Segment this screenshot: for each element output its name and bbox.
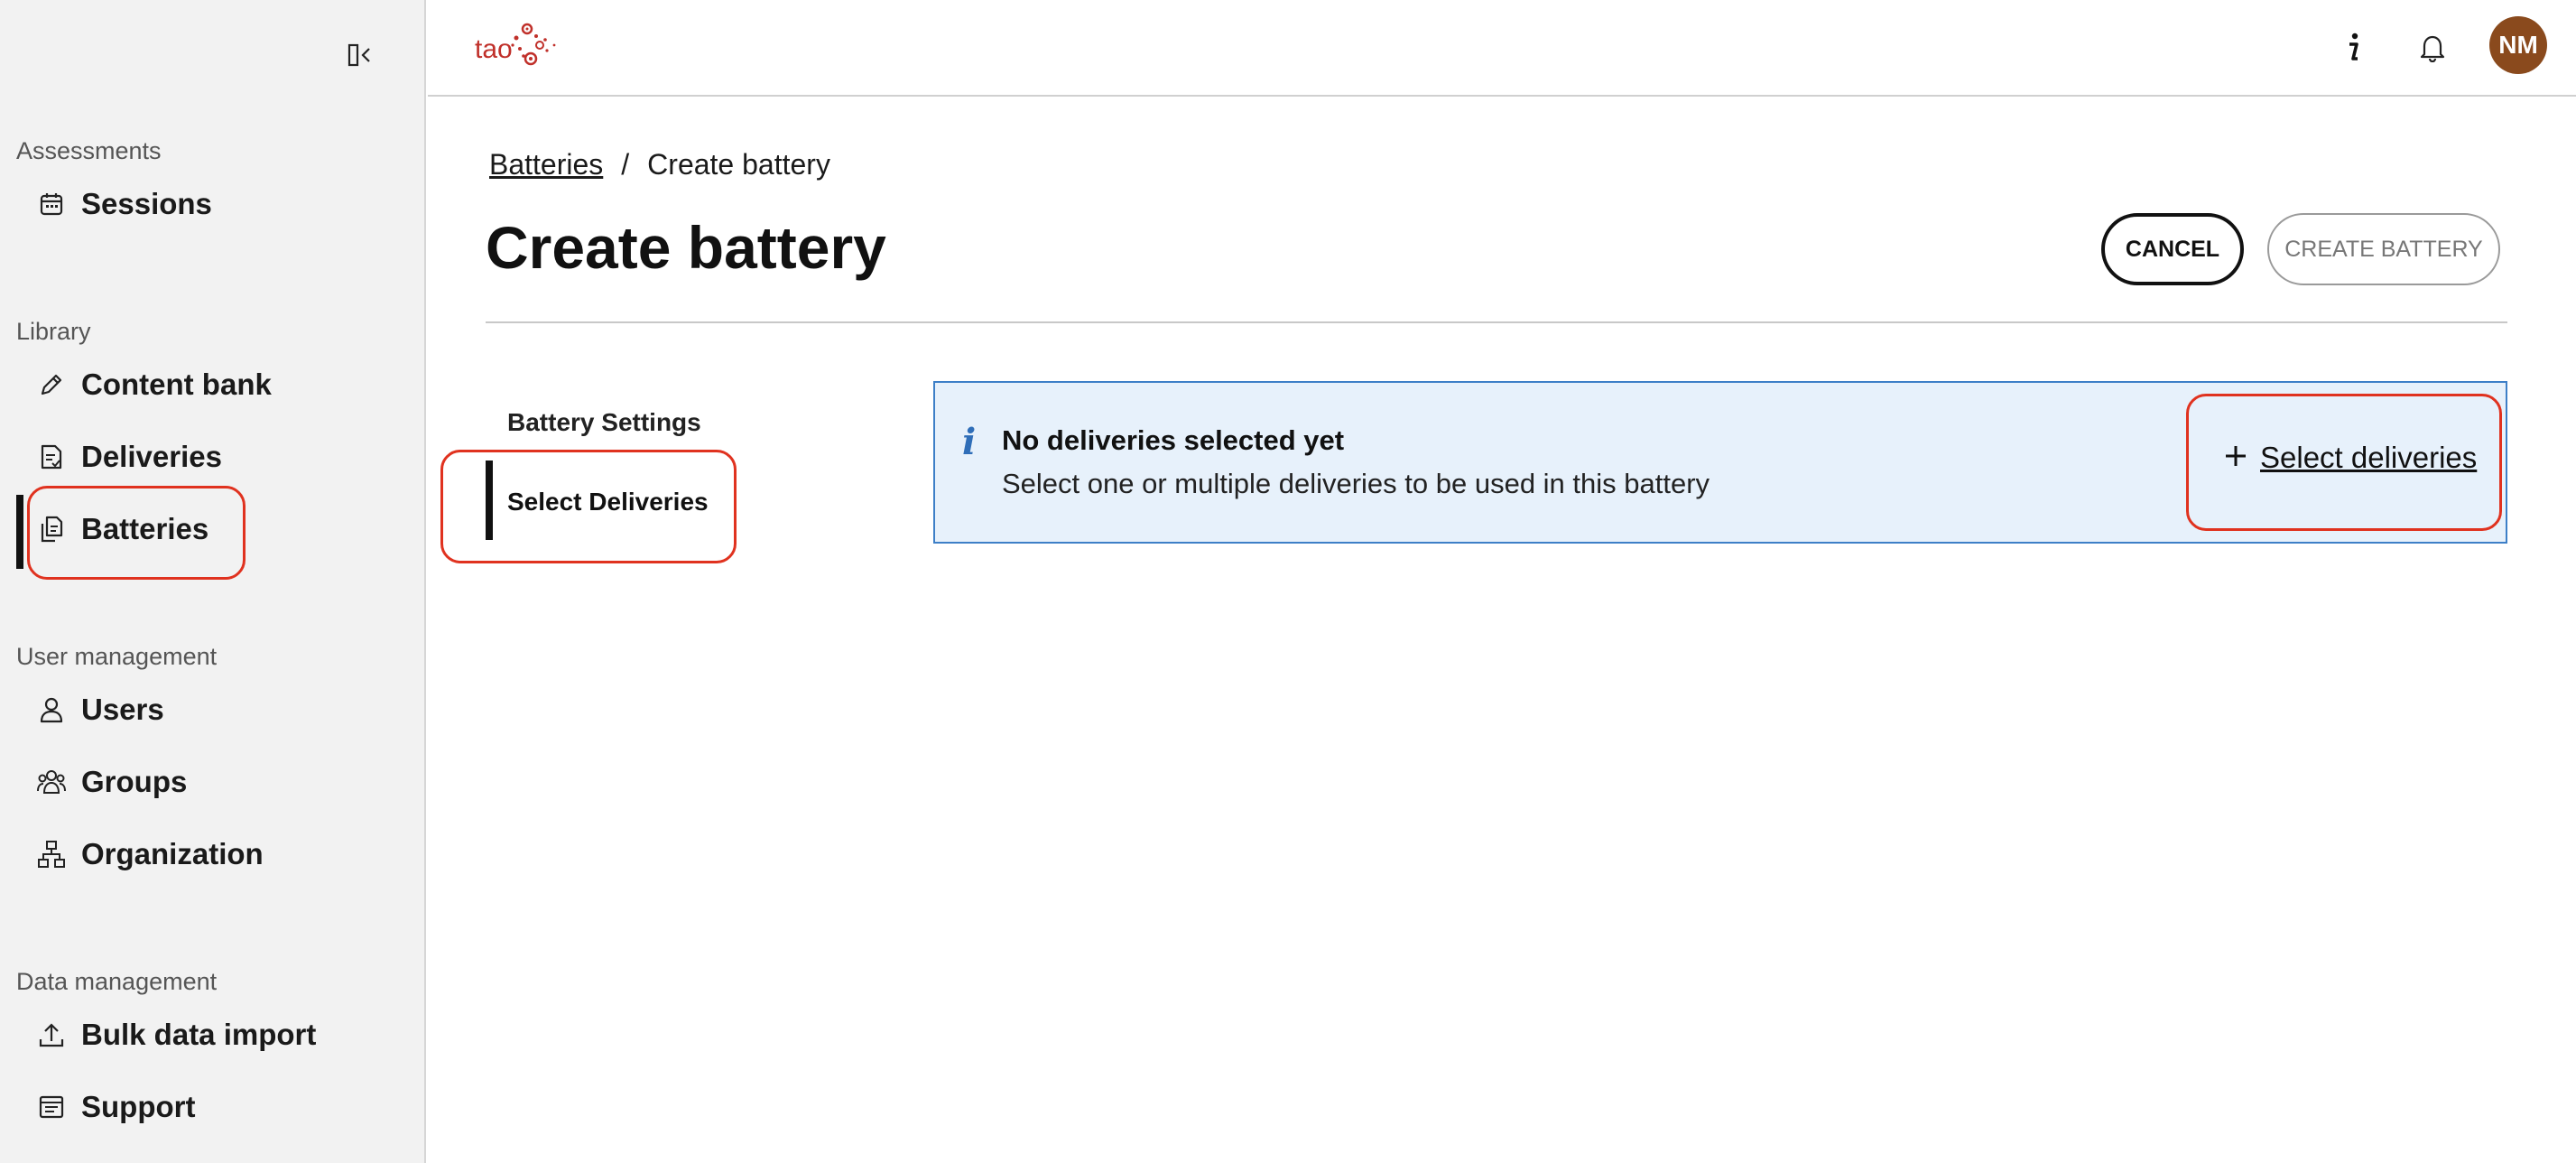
tao-logo[interactable]: tao <box>473 18 572 72</box>
top-header: tao NM <box>428 0 2576 97</box>
sidebar-item-label: Groups <box>81 765 188 798</box>
batteries-doc-icon <box>36 514 67 544</box>
section-title-assessments: Assessments <box>16 137 162 164</box>
select-deliveries-link[interactable]: Select deliveries <box>2224 441 2477 475</box>
sidebar: Assessments Sessions Library Content ban… <box>0 0 426 1163</box>
section-title-user-management: User management <box>16 643 218 670</box>
info-description: Select one or multiple deliveries to be … <box>1002 468 1710 499</box>
sidebar-item-label: Deliveries <box>81 440 222 473</box>
org-chart-icon <box>36 839 67 870</box>
step-battery-settings[interactable]: Battery Settings <box>507 408 701 437</box>
logo-text: tao <box>475 34 513 64</box>
groups-icon <box>36 767 67 797</box>
sidebar-item-label: Content bank <box>81 368 272 401</box>
sidebar-item-label: Users <box>81 693 164 726</box>
sidebar-item-sessions[interactable]: Sessions <box>36 177 212 231</box>
breadcrumb-current: Create battery <box>647 148 830 181</box>
plus-icon <box>2224 441 2247 475</box>
upload-icon <box>36 1019 67 1050</box>
section-title-library: Library <box>16 318 91 345</box>
no-deliveries-info-box: i No deliveries selected yet Select one … <box>933 381 2507 544</box>
step-select-deliveries[interactable]: Select Deliveries <box>507 488 709 516</box>
sidebar-item-support[interactable]: Support <box>36 1080 195 1134</box>
create-battery-button[interactable]: CREATE BATTERY <box>2267 213 2500 285</box>
delivery-doc-icon <box>36 442 67 472</box>
breadcrumb-link-batteries[interactable]: Batteries <box>489 148 603 181</box>
user-icon <box>36 694 67 725</box>
sidebar-item-organization[interactable]: Organization <box>36 827 264 881</box>
sidebar-item-groups[interactable]: Groups <box>36 755 187 809</box>
user-avatar[interactable]: NM <box>2489 16 2547 74</box>
page-title: Create battery <box>486 214 886 281</box>
sidebar-item-label: Organization <box>81 837 264 870</box>
cancel-button[interactable]: CANCEL <box>2101 213 2244 285</box>
bell-icon[interactable] <box>2412 27 2453 69</box>
sidebar-item-label: Batteries <box>81 512 209 545</box>
sidebar-item-label: Sessions <box>81 187 212 220</box>
sidebar-item-users[interactable]: Users <box>36 683 164 737</box>
breadcrumb-separator: / <box>621 148 630 181</box>
sidebar-item-content-bank[interactable]: Content bank <box>36 358 272 412</box>
app-root: Assessments Sessions Library Content ban… <box>0 0 2576 1163</box>
section-title-data-management: Data management <box>16 968 218 995</box>
sidebar-item-batteries[interactable]: Batteries <box>36 502 208 556</box>
sidebar-item-bulk-data-import[interactable]: Bulk data import <box>36 1008 316 1062</box>
info-title: No deliveries selected yet <box>1002 424 1345 456</box>
sidebar-item-deliveries[interactable]: Deliveries <box>36 430 222 484</box>
breadcrumb: Batteries / Create battery <box>489 148 830 181</box>
info-icon[interactable] <box>2332 27 2374 69</box>
pencil-icon <box>36 369 67 400</box>
active-step-indicator <box>486 461 493 540</box>
active-indicator <box>16 495 23 569</box>
sidebar-item-label: Bulk data import <box>81 1018 317 1051</box>
sidebar-item-label: Support <box>81 1090 196 1123</box>
header-divider <box>486 321 2507 323</box>
support-icon <box>36 1092 67 1122</box>
collapse-sidebar-icon[interactable] <box>343 40 379 70</box>
calendar-icon <box>36 189 67 219</box>
select-deliveries-label: Select deliveries <box>2260 441 2478 474</box>
info-circle-icon: i <box>962 421 977 463</box>
